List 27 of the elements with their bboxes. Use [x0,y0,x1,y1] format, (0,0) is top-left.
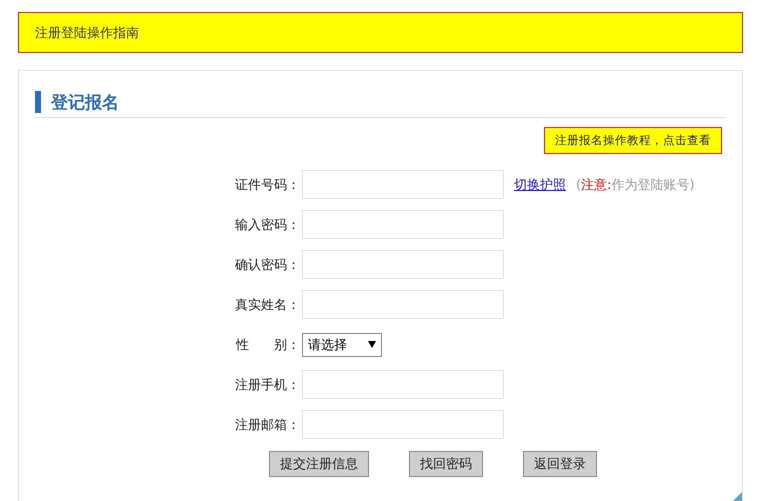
section-title: 登记报名 [51,92,119,114]
input-field[interactable] [302,290,504,319]
note-text: 作为登陆账号) [611,178,695,192]
field-label: 确认密码： [234,256,300,274]
field-label: 性 别： [234,336,300,354]
input-field[interactable] [302,410,504,439]
input-field[interactable] [302,210,504,239]
input-field[interactable] [302,370,504,399]
field-label: 输入密码： [234,216,300,234]
input-field[interactable] [302,250,504,279]
switch-passport-link[interactable]: 切换护照 [514,176,566,194]
resize-corner-icon[interactable] [733,492,742,501]
title-accent-bar [35,91,41,113]
field-label: 注册邮箱： [234,416,300,434]
field-label: 证件号码： [234,176,300,194]
form-button[interactable]: 找回密码 [409,451,483,477]
caret-icon [368,341,376,348]
gender-select[interactable]: 请选择 [302,332,382,356]
form-button[interactable]: 提交注册信息 [269,451,369,477]
input-field[interactable] [302,170,504,199]
tutorial-button[interactable]: 注册报名操作教程，点击查看 [544,127,722,154]
field-label: 真实姓名： [234,296,300,314]
note-warning: 注意: [581,178,612,192]
banner-title: 注册登陆操作指南 [35,24,139,42]
field-label: 注册手机： [234,376,300,394]
note-paren: ( [576,178,582,192]
form-button[interactable]: 返回登录 [523,451,597,477]
